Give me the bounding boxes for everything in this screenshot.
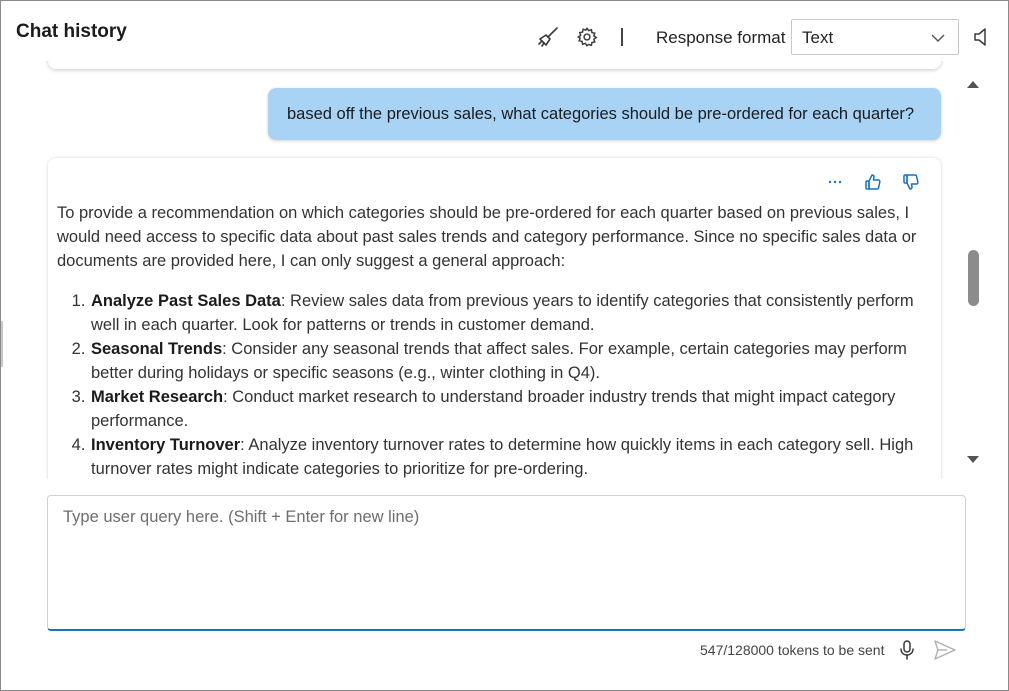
thumbs-down-icon[interactable] <box>899 170 923 194</box>
list-item: Analyze Past Sales Data: Review sales da… <box>90 289 932 337</box>
gear-icon[interactable] <box>575 25 599 49</box>
list-item-title: Seasonal Trends <box>91 340 223 358</box>
previous-message-card <box>48 61 941 69</box>
ellipsis-icon[interactable] <box>823 170 847 194</box>
assistant-message-text: To provide a recommendation on which cat… <box>57 201 932 479</box>
list-item-title: Analyze Past Sales Data <box>91 292 281 310</box>
assistant-message: To provide a recommendation on which cat… <box>48 158 941 479</box>
page-title: Chat history <box>16 21 127 42</box>
assistant-intro: To provide a recommendation on which cat… <box>57 204 917 270</box>
list-item: Market Research: Conduct market research… <box>90 385 932 433</box>
chat-panel: Chat history Response format Text based … <box>0 0 1009 691</box>
panel-resize-handle[interactable] <box>1 321 3 367</box>
scroll-down-arrow-icon[interactable] <box>966 453 980 471</box>
token-counter: 547/128000 tokens to be sent <box>700 642 885 658</box>
thumbs-up-icon[interactable] <box>861 170 885 194</box>
chat-history: based off the previous sales, what categ… <box>1 61 961 479</box>
response-format-value: Text <box>802 28 834 47</box>
chevron-down-icon <box>930 30 946 51</box>
header-divider <box>621 28 623 46</box>
scroll-up-arrow-icon[interactable] <box>966 77 980 95</box>
response-format-label: Response format <box>656 28 786 47</box>
recommendation-list: Analyze Past Sales Data: Review sales da… <box>57 289 932 479</box>
broom-icon[interactable] <box>536 25 560 49</box>
microphone-icon[interactable] <box>897 639 917 666</box>
user-message: based off the previous sales, what categ… <box>268 88 941 140</box>
list-item-title: Inventory Turnover <box>91 436 241 454</box>
list-item: Seasonal Trends: Consider any seasonal t… <box>90 337 932 385</box>
response-format-dropdown[interactable]: Text <box>791 19 959 55</box>
send-icon[interactable] <box>933 639 957 666</box>
list-item-title: Market Research <box>91 388 224 406</box>
scrollbar-thumb[interactable] <box>968 250 979 306</box>
speaker-icon[interactable] <box>969 25 993 49</box>
list-item: Inventory Turnover: Analyze inventory tu… <box>90 433 932 479</box>
query-input[interactable]: Type user query here. (Shift + Enter for… <box>47 495 966 631</box>
message-actions <box>823 170 923 194</box>
query-placeholder: Type user query here. (Shift + Enter for… <box>63 508 420 526</box>
